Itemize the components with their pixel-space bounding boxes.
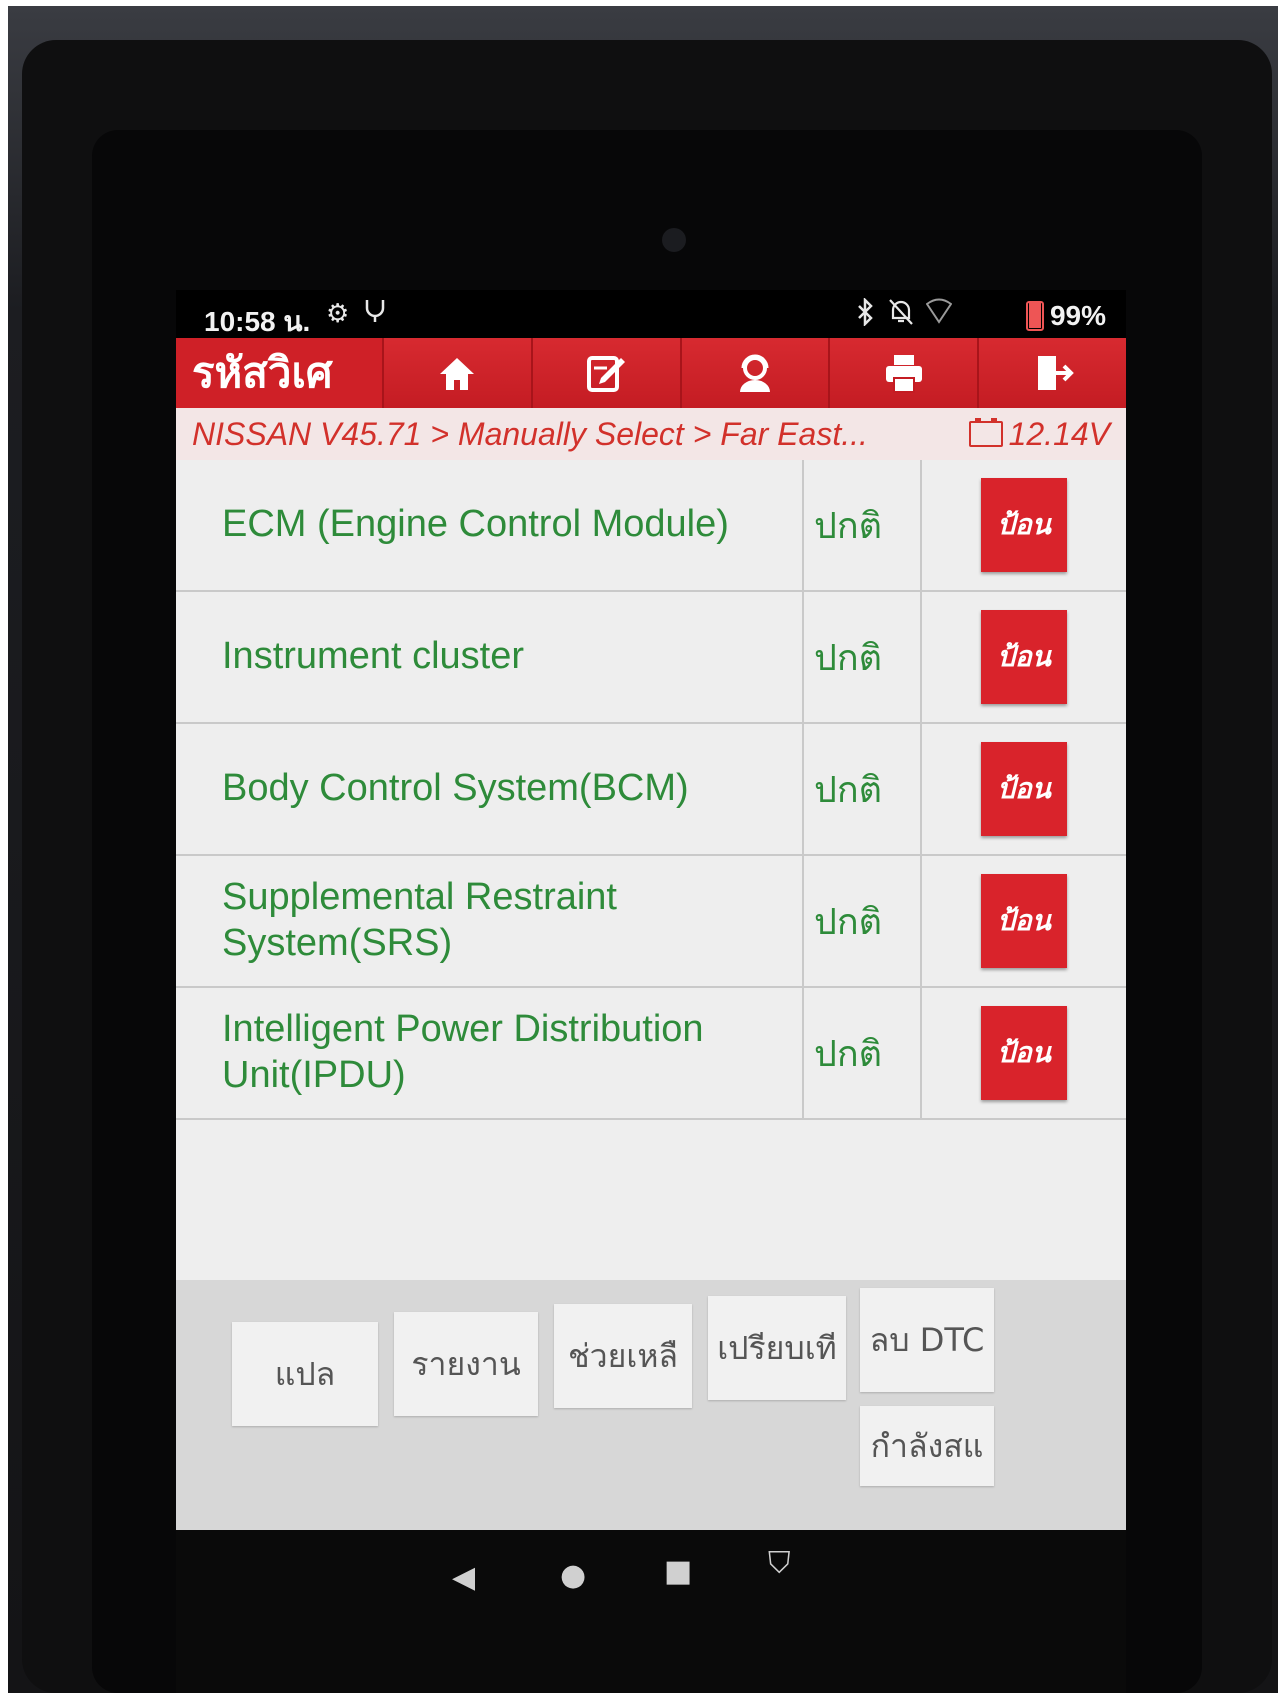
voltage-readout: 12.14V bbox=[968, 415, 1126, 453]
enter-button[interactable]: ป้อน bbox=[981, 742, 1067, 836]
system-status: ปกติ bbox=[804, 460, 922, 590]
support-button[interactable] bbox=[679, 338, 829, 408]
bluetooth-icon bbox=[856, 296, 874, 333]
app-header: รหัสวิเศ bbox=[176, 338, 1126, 408]
help-button[interactable]: ช่วยเหลื bbox=[554, 1304, 692, 1408]
table-row: Supplemental Restraint System(SRS) ปกติ … bbox=[176, 856, 1126, 988]
recents-icon[interactable]: ■ bbox=[664, 1554, 692, 1589]
screenshot-icon[interactable]: ⛉ bbox=[768, 1546, 791, 1581]
car-battery-icon bbox=[968, 418, 1003, 447]
clear-dtc-button[interactable]: ลบ DTC bbox=[860, 1288, 994, 1392]
report-button[interactable]: รายงาน bbox=[394, 1312, 538, 1416]
processing-button[interactable]: กำลังสแ bbox=[860, 1406, 994, 1486]
page-title: รหัสวิเศ bbox=[192, 349, 333, 396]
android-nav-bar: ◀ ● ■ ⛉ bbox=[176, 1530, 1126, 1693]
table-row: Body Control System(BCM) ปกติ ป้อน bbox=[176, 724, 1126, 856]
edit-button[interactable] bbox=[530, 338, 680, 408]
enter-button[interactable]: ป้อน bbox=[981, 478, 1067, 572]
table-row: Instrument cluster ปกติ ป้อน bbox=[176, 592, 1126, 724]
wifi-icon bbox=[925, 298, 953, 331]
compare-button[interactable]: เปรียบเที bbox=[708, 1296, 846, 1400]
stethoscope-icon bbox=[364, 298, 386, 331]
home-nav-icon[interactable]: ● bbox=[560, 1558, 586, 1593]
print-button[interactable] bbox=[828, 338, 978, 408]
table-row: ECM (Engine Control Module) ปกติ ป้อน bbox=[176, 460, 1126, 592]
support-icon bbox=[739, 354, 770, 392]
mute-bell-icon bbox=[888, 298, 914, 333]
function-bar: แปล รายงาน ช่วยเหลื เปรียบเที ลบ DTC กำล… bbox=[176, 1280, 1126, 1530]
system-list: ECM (Engine Control Module) ปกติ ป้อน In… bbox=[176, 460, 1126, 1120]
system-name: Supplemental Restraint System(SRS) bbox=[176, 856, 804, 986]
home-icon bbox=[440, 358, 475, 390]
front-camera bbox=[662, 228, 686, 252]
enter-button[interactable]: ป้อน bbox=[981, 1006, 1067, 1100]
home-button[interactable] bbox=[382, 338, 531, 408]
system-name: ECM (Engine Control Module) bbox=[176, 460, 804, 590]
screen: 10:58 น. ⚙ 99% รหัสวิเศ NISSAN V45.71 > … bbox=[176, 290, 1126, 1693]
edit-icon bbox=[587, 356, 626, 392]
system-status: ปกติ bbox=[804, 988, 922, 1118]
system-status: ปกติ bbox=[804, 856, 922, 986]
voltage-value: 12.14V bbox=[1008, 415, 1110, 452]
battery-indicator: 99% bbox=[1025, 300, 1106, 332]
battery-percent: 99% bbox=[1049, 300, 1106, 331]
exit-icon bbox=[1037, 356, 1074, 390]
enter-button[interactable]: ป้อน bbox=[981, 874, 1067, 968]
print-icon bbox=[885, 355, 922, 393]
back-icon[interactable]: ◀ bbox=[452, 1560, 475, 1595]
battery-icon bbox=[1025, 301, 1044, 331]
system-name: Body Control System(BCM) bbox=[176, 724, 804, 854]
gear-icon: ⚙ bbox=[326, 298, 350, 328]
system-name: Intelligent Power Distribution Unit(IPDU… bbox=[176, 988, 804, 1118]
system-status: ปกติ bbox=[804, 724, 922, 854]
system-name: Instrument cluster bbox=[176, 592, 804, 722]
breadcrumb-path: NISSAN V45.71 > Manually Select > Far Ea… bbox=[192, 415, 868, 452]
enter-button[interactable]: ป้อน bbox=[981, 610, 1067, 704]
translate-button[interactable]: แปล bbox=[232, 1322, 378, 1426]
table-row: Intelligent Power Distribution Unit(IPDU… bbox=[176, 988, 1126, 1120]
exit-button[interactable] bbox=[977, 338, 1126, 408]
status-bar: 10:58 น. ⚙ 99% bbox=[176, 290, 1126, 338]
breadcrumb: NISSAN V45.71 > Manually Select > Far Ea… bbox=[176, 408, 1126, 460]
system-status: ปกติ bbox=[804, 592, 922, 722]
